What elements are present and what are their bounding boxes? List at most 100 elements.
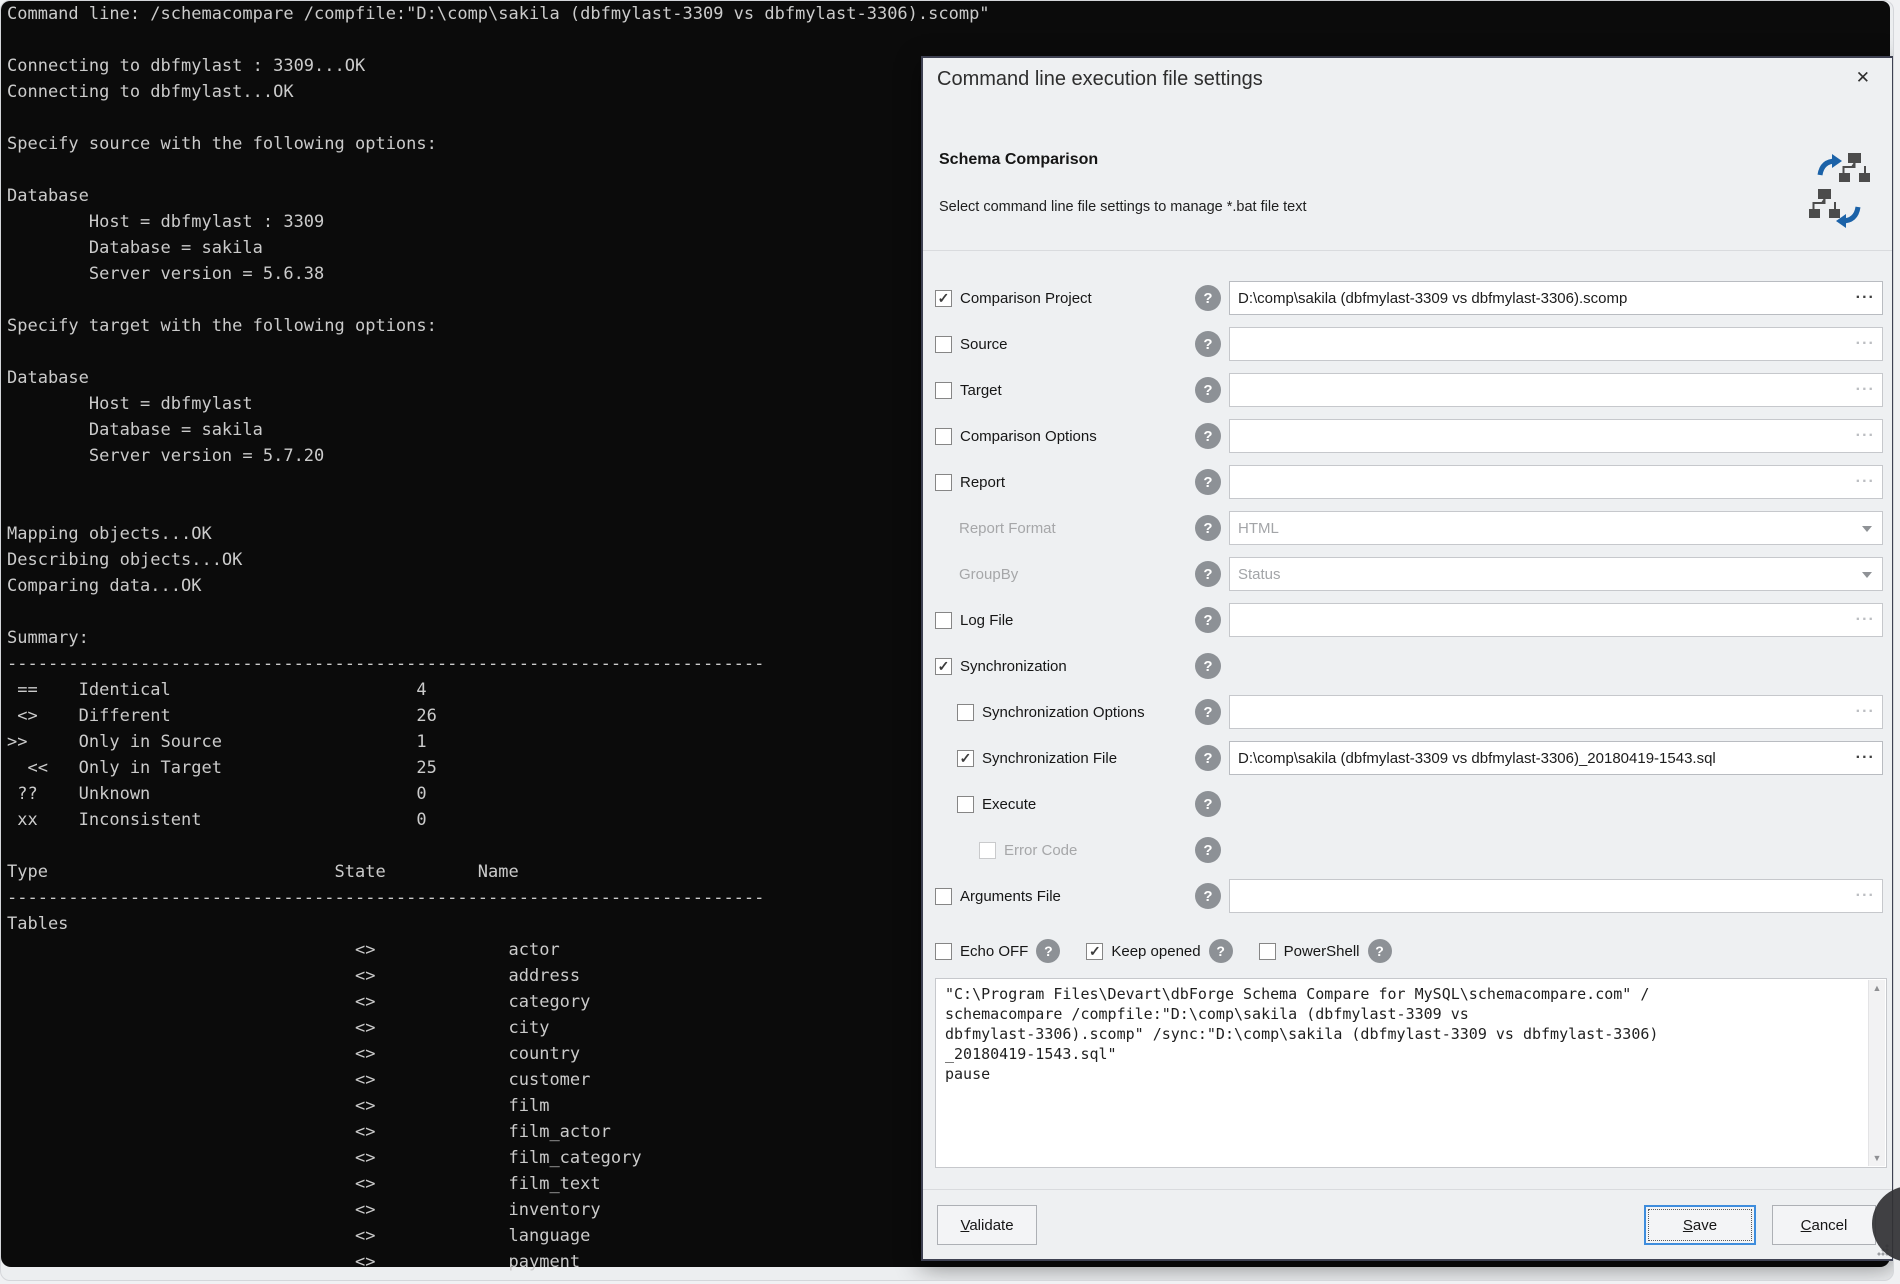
schema-compare-icon	[1806, 151, 1872, 231]
synchronization-options-label: Synchronization Options	[982, 704, 1145, 721]
bat-file-text-area[interactable]: "C:\Program Files\Devart\dbForge Schema …	[935, 978, 1887, 1168]
help-icon[interactable]: ?	[1195, 331, 1221, 357]
help-icon[interactable]: ?	[1195, 377, 1221, 403]
log-file-field[interactable]: ...	[1229, 603, 1883, 637]
synchronization-file-field[interactable]: D:\comp\sakila (dbfmylast-3309 vs dbfmyl…	[1229, 741, 1883, 775]
scroll-up-icon[interactable]: ▲	[1873, 983, 1882, 993]
row-target: Target ? ...	[923, 367, 1892, 413]
row-comparison-options: Comparison Options ? ...	[923, 413, 1892, 459]
help-icon[interactable]: ?	[1036, 939, 1060, 963]
report-format-label: Report Format	[959, 520, 1056, 537]
help-icon[interactable]: ?	[1209, 939, 1233, 963]
row-comparison-project: ✓ Comparison Project ? D:\comp\sakila (d…	[923, 275, 1892, 321]
synchronization-options-field[interactable]: ...	[1229, 695, 1883, 729]
synchronization-label: Synchronization	[960, 658, 1067, 675]
help-icon[interactable]: ?	[1195, 837, 1221, 863]
arguments-file-checkbox[interactable]	[935, 888, 952, 905]
check-icon: ✓	[938, 291, 950, 305]
browse-button[interactable]: ...	[1856, 424, 1875, 440]
help-icon[interactable]: ?	[1195, 653, 1221, 679]
help-icon[interactable]: ?	[1195, 515, 1221, 541]
save-button[interactable]: Save	[1644, 1205, 1756, 1245]
groupby-value: Status	[1238, 566, 1281, 583]
bat-options-row: Echo OFF ? ✓ Keep opened ? PowerShell ?	[923, 928, 1892, 974]
help-icon[interactable]: ?	[1195, 699, 1221, 725]
report-format-value: HTML	[1238, 520, 1279, 537]
comparison-options-checkbox[interactable]	[935, 428, 952, 445]
source-label: Source	[960, 336, 1008, 353]
comparison-project-checkbox[interactable]: ✓	[935, 290, 952, 307]
browse-button[interactable]: ...	[1856, 746, 1875, 762]
close-icon[interactable]: ✕	[1852, 66, 1874, 90]
help-icon[interactable]: ?	[1195, 745, 1221, 771]
synchronization-file-value: D:\comp\sakila (dbfmylast-3309 vs dbfmyl…	[1238, 750, 1716, 767]
comparison-options-field[interactable]: ...	[1229, 419, 1883, 453]
help-icon[interactable]: ?	[1195, 561, 1221, 587]
help-icon[interactable]: ?	[1195, 285, 1221, 311]
check-icon: ✓	[938, 659, 950, 673]
echo-off-checkbox[interactable]	[935, 943, 952, 960]
synchronization-checkbox[interactable]: ✓	[935, 658, 952, 675]
execute-checkbox[interactable]	[957, 796, 974, 813]
screenshot-frame: Command line: /schemacompare /compfile:"…	[0, 0, 1894, 1281]
help-icon[interactable]: ?	[1195, 423, 1221, 449]
target-label: Target	[960, 382, 1002, 399]
browse-button[interactable]: ...	[1856, 884, 1875, 900]
browse-button[interactable]: ...	[1856, 470, 1875, 486]
comparison-project-field[interactable]: D:\comp\sakila (dbfmylast-3309 vs dbfmyl…	[1229, 281, 1883, 315]
report-format-dropdown[interactable]: HTML	[1229, 511, 1883, 545]
row-groupby: GroupBy ? Status	[923, 551, 1892, 597]
source-field[interactable]: ...	[1229, 327, 1883, 361]
report-checkbox[interactable]	[935, 474, 952, 491]
powershell-label: PowerShell	[1284, 943, 1360, 960]
row-log-file: Log File ? ...	[923, 597, 1892, 643]
target-checkbox[interactable]	[935, 382, 952, 399]
bat-file-text[interactable]: "C:\Program Files\Devart\dbForge Schema …	[936, 979, 1886, 1089]
settings-rows: ✓ Comparison Project ? D:\comp\sakila (d…	[923, 275, 1892, 919]
groupby-label: GroupBy	[959, 566, 1018, 583]
log-file-checkbox[interactable]	[935, 612, 952, 629]
chevron-down-icon[interactable]	[1862, 572, 1872, 578]
browse-button[interactable]: ...	[1856, 608, 1875, 624]
chevron-down-icon[interactable]	[1862, 526, 1872, 532]
scrollbar[interactable]: ▲ ▼	[1868, 980, 1885, 1166]
powershell-checkbox[interactable]	[1259, 943, 1276, 960]
source-checkbox[interactable]	[935, 336, 952, 353]
keep-opened-checkbox[interactable]: ✓	[1086, 943, 1103, 960]
synchronization-file-label: Synchronization File	[982, 750, 1117, 767]
comparison-options-label: Comparison Options	[960, 428, 1097, 445]
dialog-titlebar[interactable]: Command line execution file settings ✕	[923, 58, 1892, 103]
keep-opened-label: Keep opened	[1111, 943, 1200, 960]
cancel-button[interactable]: Cancel	[1772, 1205, 1876, 1245]
browse-button[interactable]: ...	[1856, 378, 1875, 394]
help-icon[interactable]: ?	[1195, 469, 1221, 495]
help-icon[interactable]: ?	[1195, 883, 1221, 909]
arguments-file-label: Arguments File	[960, 888, 1061, 905]
log-file-label: Log File	[960, 612, 1013, 629]
schema-comparison-heading: Schema Comparison	[939, 151, 1098, 169]
synchronization-file-checkbox[interactable]: ✓	[957, 750, 974, 767]
dialog-header: Schema Comparison Select command line fi…	[923, 103, 1892, 251]
help-icon[interactable]: ?	[1195, 607, 1221, 633]
report-label: Report	[960, 474, 1005, 491]
scroll-down-icon[interactable]: ▼	[1873, 1153, 1882, 1163]
dialog-description: Select command line file settings to man…	[939, 199, 1307, 215]
arguments-file-field[interactable]: ...	[1229, 879, 1883, 913]
comparison-project-label: Comparison Project	[960, 290, 1092, 307]
help-icon[interactable]: ?	[1368, 939, 1392, 963]
row-arguments-file: Arguments File ? ...	[923, 873, 1892, 919]
validate-button[interactable]: Validate	[937, 1205, 1037, 1245]
row-synchronization: ✓ Synchronization ?	[923, 643, 1892, 689]
groupby-dropdown[interactable]: Status	[1229, 557, 1883, 591]
synchronization-options-checkbox[interactable]	[957, 704, 974, 721]
check-icon: ✓	[1089, 944, 1101, 958]
browse-button[interactable]: ...	[1856, 332, 1875, 348]
browse-button[interactable]: ...	[1856, 700, 1875, 716]
check-icon: ✓	[960, 751, 972, 765]
powershell-option: PowerShell ?	[1259, 939, 1392, 963]
browse-button[interactable]: ...	[1856, 286, 1875, 302]
report-field[interactable]: ...	[1229, 465, 1883, 499]
target-field[interactable]: ...	[1229, 373, 1883, 407]
help-icon[interactable]: ?	[1195, 791, 1221, 817]
echo-off-option: Echo OFF ?	[935, 939, 1060, 963]
